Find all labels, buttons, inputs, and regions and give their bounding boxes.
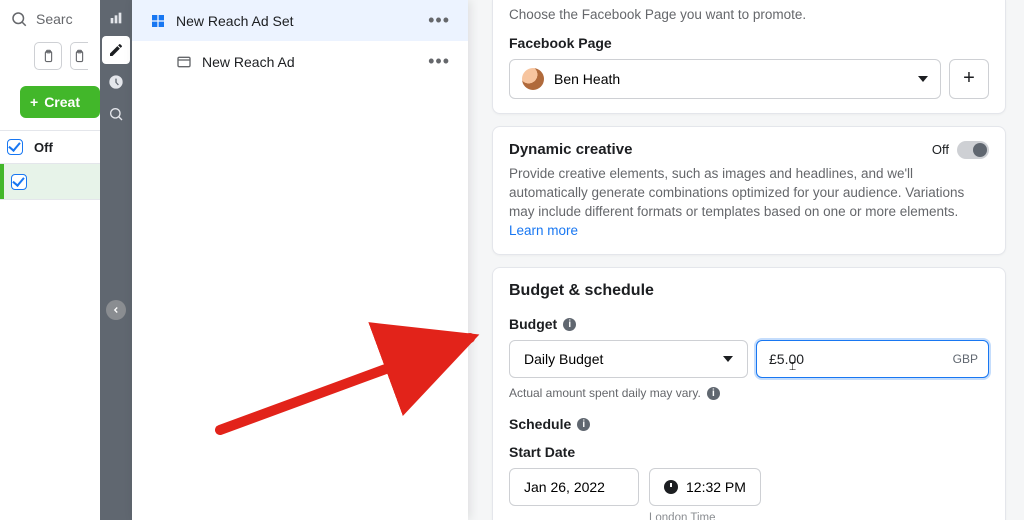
- chevron-down-icon: [723, 356, 733, 362]
- start-date-field[interactable]: Jan 26, 2022: [509, 468, 639, 506]
- adset-icon: [150, 13, 166, 29]
- ad-label: New Reach Ad: [202, 54, 424, 70]
- header-checkbox[interactable]: [0, 139, 30, 155]
- bar-chart-icon: [108, 10, 124, 26]
- adset-label: New Reach Ad Set: [176, 13, 424, 29]
- collapse-toolbar-button[interactable]: [106, 300, 126, 320]
- search-row[interactable]: Searc: [0, 6, 104, 38]
- ad-icon: [176, 54, 192, 70]
- tool-history[interactable]: [100, 66, 132, 98]
- page-card: Choose the Facebook Page you want to pro…: [492, 0, 1006, 114]
- dynamic-description-wrap: Provide creative elements, such as image…: [509, 165, 989, 241]
- clipboard-row: [0, 38, 104, 80]
- pencil-icon: [108, 42, 124, 58]
- clock-icon: [664, 480, 678, 494]
- budget-label: Budget i: [509, 316, 989, 332]
- schedule-label: Schedule i: [509, 416, 989, 432]
- clock-icon: [108, 74, 124, 90]
- add-page-button[interactable]: +: [949, 59, 989, 99]
- selected-row[interactable]: [0, 164, 104, 200]
- budget-amount-input[interactable]: [769, 351, 869, 367]
- budget-schedule-card: Budget & schedule Budget i Daily Budget …: [492, 267, 1006, 520]
- info-icon[interactable]: i: [577, 418, 590, 431]
- page-instruction: Choose the Facebook Page you want to pro…: [509, 6, 989, 25]
- budget-type-value: Daily Budget: [524, 351, 603, 367]
- plus-icon: +: [30, 94, 38, 110]
- clipboard-button-2[interactable]: [70, 42, 88, 70]
- dynamic-description: Provide creative elements, such as image…: [509, 166, 964, 219]
- tool-chart[interactable]: [100, 2, 132, 34]
- adset-more-button[interactable]: •••: [424, 10, 454, 31]
- table-header: Off: [0, 130, 104, 164]
- tool-search[interactable]: [100, 98, 132, 130]
- ad-structure-panel: New Reach Ad Set ••• New Reach Ad •••: [132, 0, 468, 520]
- adset-item[interactable]: New Reach Ad Set •••: [132, 0, 468, 41]
- page-name: Ben Heath: [554, 71, 620, 87]
- page-select[interactable]: Ben Heath: [509, 59, 941, 99]
- magnifier-icon: [108, 106, 124, 122]
- clipboard-button-1[interactable]: [34, 42, 62, 70]
- budget-amount-field[interactable]: GBP ⌶: [756, 340, 989, 378]
- info-icon[interactable]: i: [707, 387, 720, 400]
- settings-column: Choose the Facebook Page you want to pro…: [478, 0, 1024, 520]
- budget-type-select[interactable]: Daily Budget: [509, 340, 748, 378]
- page-label: Facebook Page: [509, 35, 989, 51]
- timezone-label: London Time: [649, 512, 989, 520]
- start-date-label: Start Date: [509, 444, 989, 460]
- dynamic-title: Dynamic creative: [509, 141, 632, 158]
- plus-icon: +: [963, 67, 975, 90]
- toggle-switch: [957, 141, 989, 159]
- start-time-field[interactable]: 12:32 PM: [649, 468, 761, 506]
- chevron-left-icon: [111, 305, 121, 315]
- app-root: Searc + Creat Off: [0, 0, 1024, 520]
- ad-item[interactable]: New Reach Ad •••: [132, 41, 468, 82]
- tool-edit[interactable]: [102, 36, 130, 64]
- clipboard-icon: [41, 49, 56, 64]
- info-icon[interactable]: i: [563, 318, 576, 331]
- start-time-value: 12:32 PM: [686, 479, 746, 495]
- vertical-toolbar: [100, 0, 132, 520]
- dynamic-toggle[interactable]: Off: [932, 141, 989, 159]
- create-button-label: Creat: [44, 94, 80, 110]
- search-placeholder: Searc: [36, 11, 73, 27]
- header-column-label: Off: [30, 140, 53, 155]
- row-checkbox[interactable]: [4, 174, 34, 190]
- clipboard-icon: [72, 49, 87, 64]
- dynamic-creative-card: Dynamic creative Off Provide creative el…: [492, 126, 1006, 256]
- budget-currency: GBP: [953, 352, 978, 366]
- budget-helper: Actual amount spent daily may vary. i: [509, 386, 989, 400]
- create-button[interactable]: + Creat: [20, 86, 100, 118]
- chevron-down-icon: [918, 76, 928, 82]
- budget-section-title: Budget & schedule: [509, 282, 989, 300]
- avatar: [522, 68, 544, 90]
- ad-more-button[interactable]: •••: [424, 51, 454, 72]
- campaign-list-column: Searc + Creat Off: [0, 0, 105, 520]
- search-icon: [10, 10, 28, 28]
- start-date-value: Jan 26, 2022: [524, 479, 605, 495]
- dynamic-toggle-state: Off: [932, 142, 949, 157]
- learn-more-link[interactable]: Learn more: [509, 223, 578, 238]
